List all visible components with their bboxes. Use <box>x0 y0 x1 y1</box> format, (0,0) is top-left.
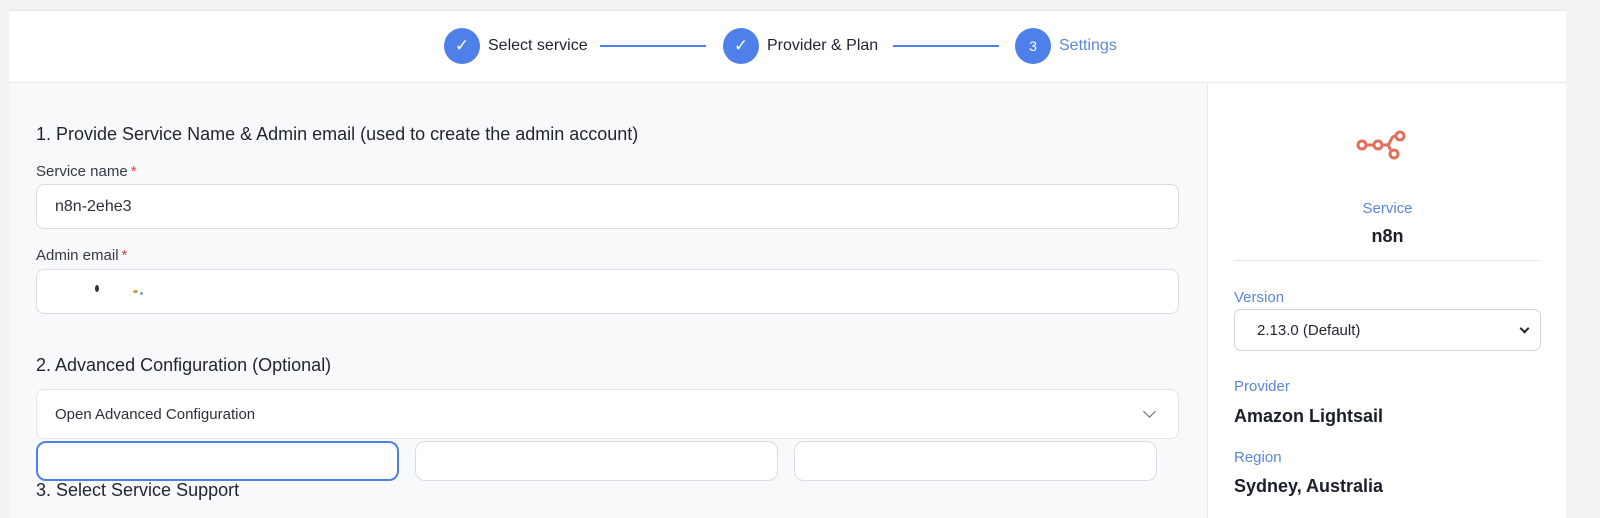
service-name-input[interactable]: n8n-2ehe3 <box>36 184 1179 229</box>
redacted-email-mark <box>140 292 143 295</box>
section-2-title: 2. Advanced Configuration (Optional) <box>36 355 332 375</box>
step-connector-1 <box>600 45 706 47</box>
step-1-label[interactable]: Select service <box>488 37 588 55</box>
step-2-check-icon: ✓ <box>723 28 759 64</box>
section-3-title: 3. Select Service Support <box>36 480 240 500</box>
service-name-summary: n8n <box>1371 226 1404 246</box>
service-caption: Service <box>1362 200 1413 217</box>
provider-value: Amazon Lightsail <box>1234 406 1384 426</box>
redacted-email-mark <box>95 285 99 292</box>
stepper: ✓ Select service ✓ Provider & Plan 3 Set… <box>9 11 1566 83</box>
region-value: Sydney, Australia <box>1234 476 1384 496</box>
step-1-check-icon: ✓ <box>444 28 480 64</box>
section-1-title: 1. Provide Service Name & Admin email (u… <box>36 124 639 144</box>
admin-email-label: Admin email * <box>36 247 128 264</box>
version-select[interactable]: 2.13.0 (Default) <box>1234 309 1541 351</box>
step-3-number: 3 <box>1015 28 1051 64</box>
divider <box>1234 260 1541 261</box>
required-mark: * <box>121 247 128 264</box>
chevron-down-icon <box>1519 323 1530 333</box>
step-connector-2 <box>893 45 999 47</box>
chevron-down-icon <box>1143 405 1156 418</box>
required-mark: * <box>130 163 137 180</box>
service-name-value: n8n-2ehe3 <box>55 197 132 215</box>
wizard-frame: ✓ Select service ✓ Provider & Plan 3 Set… <box>9 10 1566 518</box>
version-caption: Version <box>1234 289 1285 306</box>
step-2-label[interactable]: Provider & Plan <box>767 37 878 55</box>
support-option-1[interactable] <box>36 441 399 481</box>
n8n-logo-icon <box>1356 130 1406 160</box>
support-option-3[interactable] <box>794 441 1157 481</box>
version-select-value: 2.13.0 (Default) <box>1257 321 1361 339</box>
advanced-config-label: Open Advanced Configuration <box>55 405 256 423</box>
region-caption: Region <box>1234 449 1282 466</box>
summary-panel: Service n8n Version 2.13.0 (Default) Pro… <box>1207 84 1566 518</box>
admin-email-input[interactable] <box>36 269 1179 314</box>
provider-caption: Provider <box>1234 378 1290 395</box>
service-name-label: Service name * <box>36 163 137 180</box>
advanced-config-toggle[interactable]: Open Advanced Configuration <box>36 389 1179 439</box>
step-3-label: Settings <box>1059 37 1117 54</box>
support-option-2[interactable] <box>415 441 778 481</box>
redacted-email-mark <box>133 290 138 293</box>
